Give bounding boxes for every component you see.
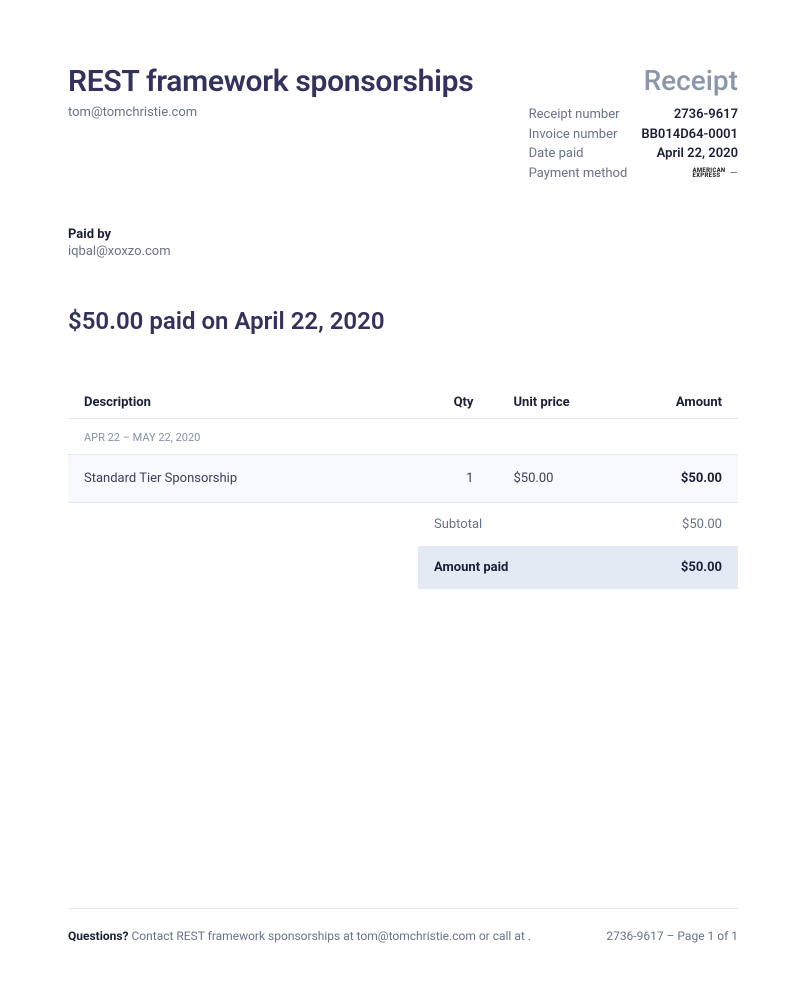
th-unit-price: Unit price <box>473 395 608 410</box>
line-items-table: Description Qty Unit price Amount APR 22… <box>68 387 738 589</box>
amex-icon: AMERICANEXPRESS <box>693 168 726 179</box>
meta-date-paid: Date paid April 22, 2020 <box>529 144 738 164</box>
meta-label: Payment method <box>529 164 628 184</box>
item-amount: $50.00 <box>608 471 722 486</box>
table-row: Standard Tier Sponsorship 1 $50.00 $50.0… <box>68 455 738 503</box>
receipt-page: REST framework sponsorships Receipt tom@… <box>0 0 806 589</box>
th-qty: Qty <box>417 395 474 410</box>
table-header: Description Qty Unit price Amount <box>68 387 738 419</box>
merchant-title: REST framework sponsorships <box>68 64 473 99</box>
page-info: 2736-9617 – Page 1 of 1 <box>606 929 738 943</box>
subtotal-value: $50.00 <box>682 517 722 532</box>
page-footer: Questions? Contact REST framework sponso… <box>68 908 738 943</box>
th-description: Description <box>84 395 417 410</box>
meta-label: Invoice number <box>529 125 618 145</box>
paid-by-block: Paid by iqbal@xoxzo.com <box>68 227 738 259</box>
subtotal-label: Subtotal <box>434 517 482 532</box>
amount-paid-value: $50.00 <box>681 560 722 575</box>
th-amount: Amount <box>608 395 722 410</box>
card-suffix: – <box>729 166 738 181</box>
billing-period: APR 22 – MAY 22, 2020 <box>68 419 738 455</box>
item-unit-price: $50.00 <box>473 471 608 486</box>
meta-receipt-number: Receipt number 2736-9617 <box>529 105 738 125</box>
header-row: REST framework sponsorships Receipt <box>68 64 738 99</box>
meta-value: BB014D64-0001 <box>641 125 738 145</box>
meta-value: AMERICANEXPRESS– <box>693 164 739 184</box>
meta-label: Date paid <box>529 144 584 164</box>
receipt-meta: Receipt number 2736-9617 Invoice number … <box>529 105 738 183</box>
amount-paid-row: Amount paid $50.00 <box>418 546 738 589</box>
meta-invoice-number: Invoice number BB014D64-0001 <box>529 125 738 145</box>
meta-label: Receipt number <box>529 105 620 125</box>
meta-value: April 22, 2020 <box>657 144 738 164</box>
receipt-label: Receipt <box>644 64 738 97</box>
paid-by-label: Paid by <box>68 227 738 242</box>
amount-paid-label: Amount paid <box>434 560 508 575</box>
paid-by-email: iqbal@xoxzo.com <box>68 244 738 259</box>
footer-contact: Questions? Contact REST framework sponso… <box>68 929 531 943</box>
item-qty: 1 <box>417 471 474 486</box>
from-meta-row: tom@tomchristie.com Receipt number 2736-… <box>68 105 738 183</box>
contact-text: Contact REST framework sponsorships at t… <box>129 929 531 943</box>
subtotal-row: Subtotal $50.00 <box>418 503 738 546</box>
questions-label: Questions? <box>68 929 129 943</box>
meta-value: 2736-9617 <box>674 105 738 125</box>
from-email: tom@tomchristie.com <box>68 105 197 120</box>
meta-payment-method: Payment method AMERICANEXPRESS– <box>529 164 738 184</box>
item-description: Standard Tier Sponsorship <box>84 471 417 486</box>
totals-section: Subtotal $50.00 Amount paid $50.00 <box>68 503 738 589</box>
payment-summary: $50.00 paid on April 22, 2020 <box>68 307 738 335</box>
